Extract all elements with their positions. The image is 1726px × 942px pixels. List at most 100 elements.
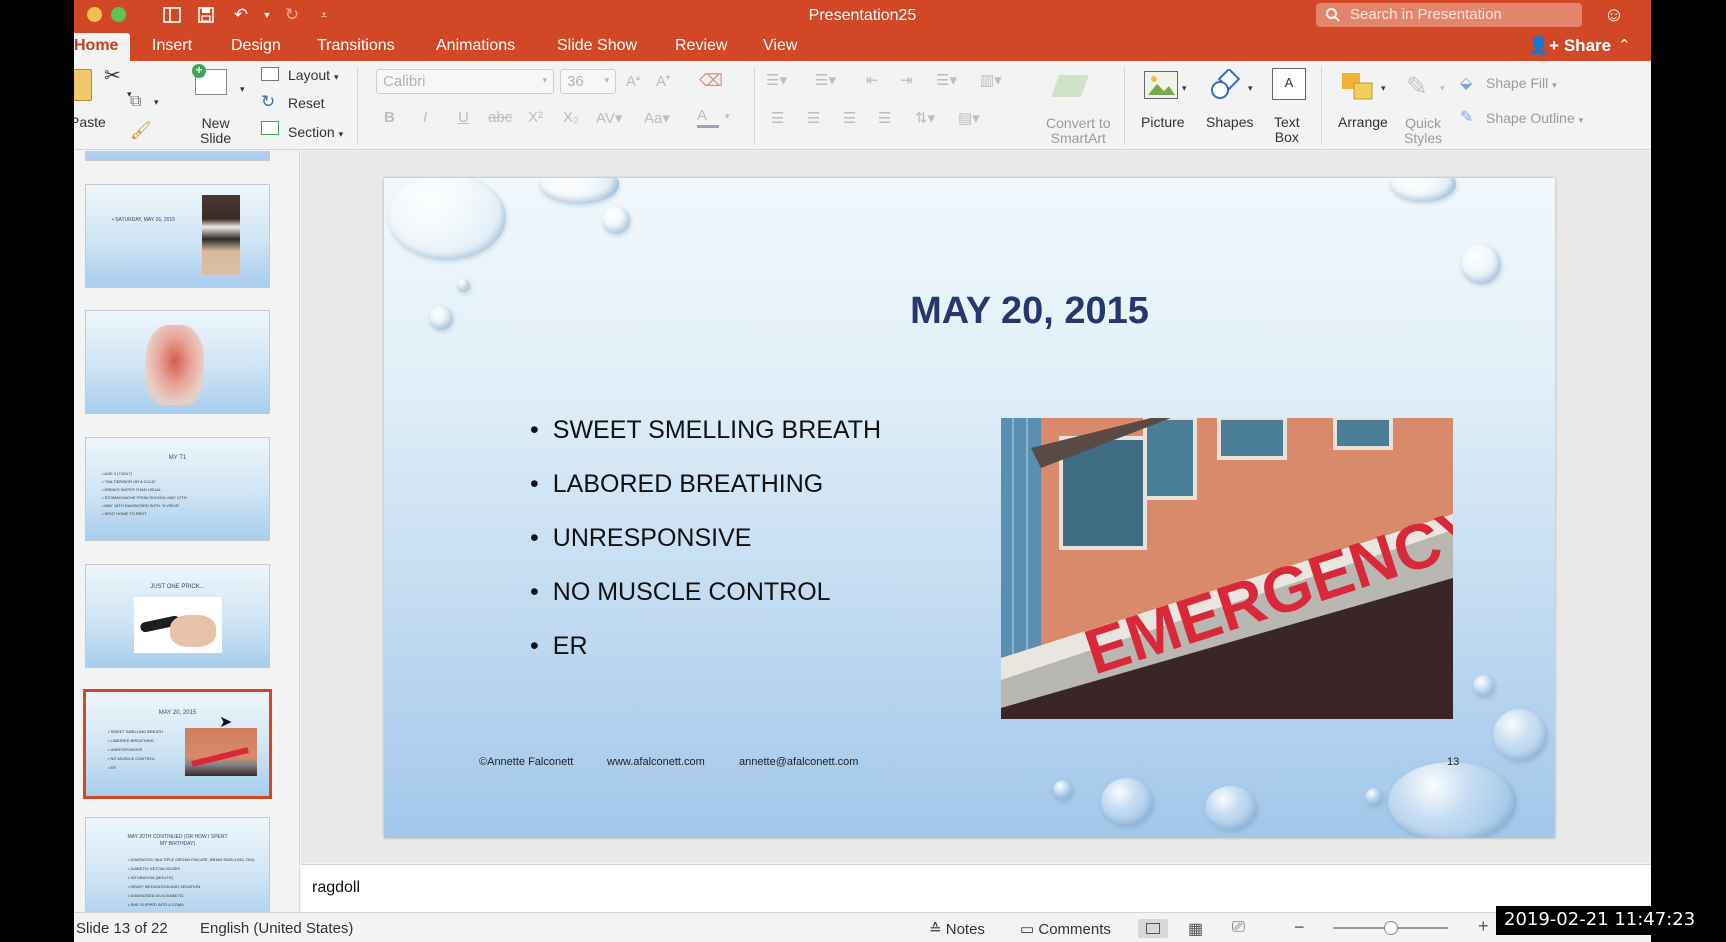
justify-icon[interactable]: ☰ xyxy=(878,109,891,127)
subscript-icon[interactable]: X₂ xyxy=(563,109,579,126)
slide-thumbnail-8[interactable] xyxy=(85,151,270,161)
comments-button[interactable]: ▭ Comments xyxy=(1020,920,1111,938)
smiley-feedback-icon[interactable]: ☺ xyxy=(1602,4,1626,26)
numbering-icon[interactable]: ☰▾ xyxy=(815,71,836,89)
italic-icon[interactable]: I xyxy=(423,109,427,126)
new-slide-dropdown-icon[interactable]: ▾ xyxy=(240,84,245,95)
new-slide-button[interactable]: New Slide xyxy=(200,116,231,146)
tab-animations[interactable]: Animations xyxy=(436,37,515,55)
picture-icon[interactable] xyxy=(1144,71,1178,99)
decrease-font-size-icon[interactable]: A▾ xyxy=(656,73,670,90)
font-size-select[interactable]: 36 ▾ xyxy=(560,69,616,94)
thumbnail-line: • SWEET SMELLING BREATH xyxy=(108,729,164,734)
shapes-button[interactable]: Shapes xyxy=(1206,115,1253,130)
tab-insert[interactable]: Insert xyxy=(152,37,192,55)
section-button[interactable]: Section ▾ xyxy=(288,125,343,142)
quick-styles-icon[interactable]: ✎ xyxy=(1406,71,1428,102)
cut-icon[interactable]: ✂ xyxy=(104,63,121,88)
picture-button[interactable]: Picture xyxy=(1141,115,1185,130)
search-placeholder: Search in Presentation xyxy=(1350,6,1502,23)
change-case-icon[interactable]: Aa▾ xyxy=(644,109,670,127)
tab-transitions[interactable]: Transitions xyxy=(317,37,395,55)
notes-text[interactable]: ragdoll xyxy=(312,879,360,897)
font-name-select[interactable]: Calibri ▾ xyxy=(376,69,554,94)
mouse-cursor-icon: ➤ xyxy=(219,714,233,731)
columns-icon[interactable]: ▥▾ xyxy=(980,71,1002,89)
normal-view-button[interactable] xyxy=(1138,919,1168,938)
layout-button[interactable]: Layout ▾ xyxy=(288,68,338,85)
collapse-ribbon-icon[interactable]: ⌃ xyxy=(1618,36,1631,54)
quick-styles-button[interactable]: Quick Styles xyxy=(1404,116,1442,146)
current-slide[interactable]: MAY 20, 2015 SWEET SMELLING BREATH LABOR… xyxy=(384,178,1555,838)
text-box-button[interactable]: Text Box xyxy=(1274,115,1300,145)
picture-dropdown-icon[interactable]: ▾ xyxy=(1182,83,1187,94)
slide-thumbnail-9[interactable]: • SATURDAY, MAY 16, 2015 xyxy=(85,184,270,288)
tab-view[interactable]: View xyxy=(763,37,797,55)
increase-indent-icon[interactable]: ⇥ xyxy=(900,71,913,89)
tab-design[interactable]: Design xyxy=(231,37,281,55)
convert-smartart-button[interactable]: Convert to SmartArt xyxy=(1046,116,1111,146)
zoom-in-icon[interactable]: + xyxy=(1478,916,1489,937)
slide-thumbnail-13[interactable]: MAY 20, 2015 • SWEET SMELLING BREATH • L… xyxy=(83,689,272,799)
underline-icon[interactable]: U xyxy=(458,109,469,126)
tab-home[interactable]: Home xyxy=(74,33,131,61)
shapes-icon[interactable] xyxy=(1208,67,1244,101)
copy-icon[interactable]: ⧉ xyxy=(130,93,141,111)
align-right-icon[interactable]: ☰ xyxy=(843,109,856,127)
bullet-list[interactable]: SWEET SMELLING BREATH LABORED BREATHING … xyxy=(530,416,881,686)
ribbon-divider xyxy=(1124,67,1125,145)
superscript-icon[interactable]: X² xyxy=(528,109,543,126)
slide-thumbnail-14[interactable]: MAY 20TH CONTINUED (OR HOW I SPENT MY BI… xyxy=(85,817,270,912)
arrange-button[interactable]: Arrange xyxy=(1338,115,1388,130)
zoom-slider-handle[interactable] xyxy=(1384,921,1398,935)
zoom-out-icon[interactable]: − xyxy=(1294,917,1305,938)
emergency-sign-photo[interactable]: EMERGENCY xyxy=(1001,418,1453,719)
arrange-dropdown-icon[interactable]: ▾ xyxy=(1381,83,1386,94)
text-direction-icon[interactable]: ⇅▾ xyxy=(915,109,935,127)
slide-thumbnail-10[interactable] xyxy=(85,310,270,414)
thumbnail-line: • INTUBATION (MOUTH) xyxy=(128,875,173,880)
align-center-icon[interactable]: ☰ xyxy=(807,109,820,127)
tab-review[interactable]: Review xyxy=(675,37,727,55)
thumbnail-line: • STOMACHACHE FROM SCHOOL MAY 17TH xyxy=(102,495,187,500)
align-left-icon[interactable]: ☰ xyxy=(771,109,784,127)
search-input[interactable]: Search in Presentation xyxy=(1316,3,1582,27)
font-color-icon[interactable]: A xyxy=(697,107,719,128)
reset-button[interactable]: Reset xyxy=(288,96,325,111)
slide-editor-stage[interactable]: MAY 20, 2015 SWEET SMELLING BREATH LABOR… xyxy=(301,151,1651,863)
text-box-icon[interactable]: A xyxy=(1272,68,1306,100)
slide-sorter-icon[interactable]: ▦ xyxy=(1188,919,1203,939)
slide-thumbnail-12[interactable]: JUST ONE PRICK... xyxy=(85,564,270,668)
line-spacing-icon[interactable]: ☰▾ xyxy=(936,71,957,89)
increase-font-size-icon[interactable]: A▴ xyxy=(626,73,640,90)
notes-button[interactable]: ≙ Notes xyxy=(929,920,985,938)
copy-dropdown-icon[interactable]: ▾ xyxy=(154,97,159,108)
format-painter-icon[interactable]: 🖌 xyxy=(130,121,152,141)
slide-title[interactable]: MAY 20, 2015 xyxy=(384,290,1555,333)
shape-outline-button[interactable]: Shape Outline ▾ xyxy=(1486,111,1583,128)
tab-slide-show[interactable]: Slide Show xyxy=(557,37,637,55)
shape-fill-button[interactable]: Shape Fill ▾ xyxy=(1486,76,1557,93)
bold-icon[interactable]: B xyxy=(384,109,395,126)
quick-styles-dropdown-icon[interactable]: ▾ xyxy=(1440,83,1445,94)
paste-button[interactable]: Paste xyxy=(74,115,106,130)
bullet-item: UNRESPONSIVE xyxy=(530,524,881,578)
presenter-view-icon[interactable]: ⎚ xyxy=(1232,919,1245,937)
align-text-icon[interactable]: ▤▾ xyxy=(958,109,980,127)
bullets-icon[interactable]: ☰▾ xyxy=(766,71,787,89)
language-indicator[interactable]: English (United States) xyxy=(200,920,353,937)
decrease-indent-icon[interactable]: ⇤ xyxy=(866,71,879,89)
slide-thumbnail-11[interactable]: MY T1 • AGE 4 (7/2017) • "SALTIER/BOR OR… xyxy=(85,437,270,541)
font-color-dropdown-icon[interactable]: ▾ xyxy=(725,111,730,122)
shapes-dropdown-icon[interactable]: ▾ xyxy=(1248,83,1253,94)
paste-icon[interactable] xyxy=(74,69,92,101)
character-spacing-icon[interactable]: AV▾ xyxy=(596,109,622,127)
slide-thumbnail-panel[interactable]: • SATURDAY, MAY 16, 2015 MY T1 • AGE 4 (… xyxy=(74,151,300,912)
strikethrough-icon[interactable]: abc xyxy=(488,109,512,126)
share-button[interactable]: 👤+ Share xyxy=(1528,36,1611,56)
zoom-slider[interactable] xyxy=(1333,921,1448,935)
arrange-icon[interactable] xyxy=(1340,71,1376,101)
convert-smartart-icon[interactable] xyxy=(1050,75,1090,97)
notes-pane[interactable]: ragdoll xyxy=(301,864,1651,912)
clear-formatting-icon[interactable]: ⌫ xyxy=(699,71,723,91)
